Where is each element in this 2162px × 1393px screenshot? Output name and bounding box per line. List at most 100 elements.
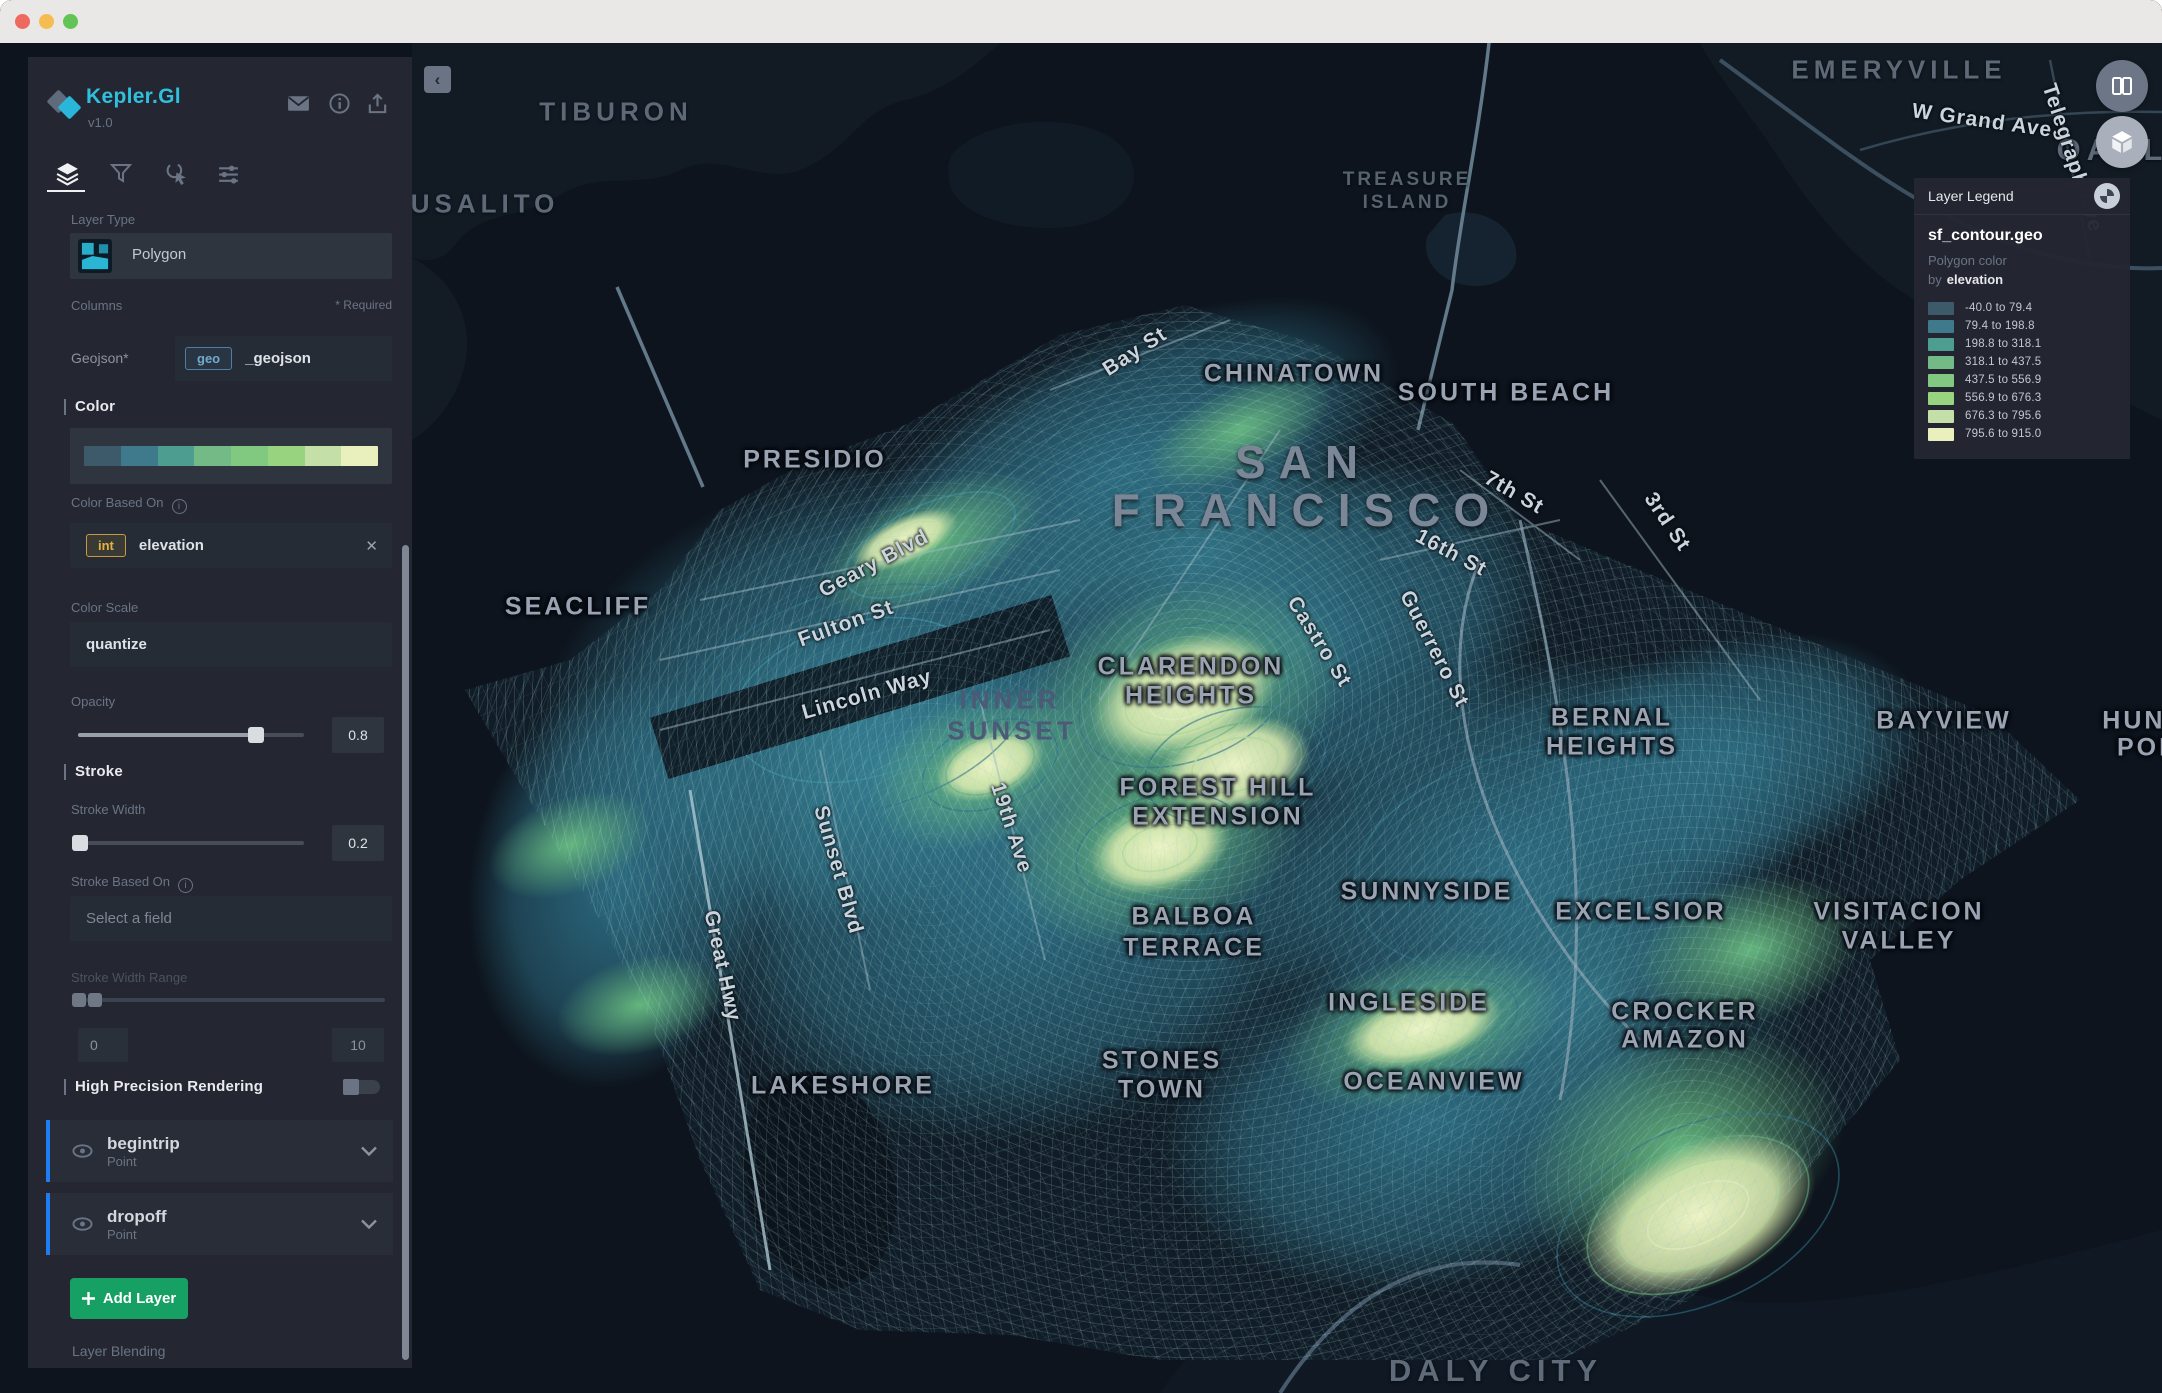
eye-visibility-icon[interactable] bbox=[72, 1144, 93, 1158]
columns-label: Columns bbox=[71, 298, 122, 313]
side-panel: Kepler.Gl v1.0 bbox=[28, 57, 412, 1368]
info-circle-icon[interactable]: i bbox=[178, 878, 193, 893]
map-label: PRESIDIO bbox=[743, 446, 886, 475]
map-label: ISLAND bbox=[1363, 192, 1452, 214]
stroke-range-min-input[interactable]: 0 bbox=[78, 1028, 128, 1062]
map-label: LAKESHORE bbox=[751, 1072, 935, 1101]
legend-entries: -40.0 to 79.4 79.4 to 198.8 198.8 to 318… bbox=[1928, 299, 2116, 443]
color-section-title: Color bbox=[75, 398, 115, 415]
plus-icon bbox=[82, 1292, 95, 1305]
tab-layers[interactable] bbox=[51, 157, 83, 189]
sidebar-scrollbar[interactable] bbox=[402, 545, 409, 1360]
map-label: INNER bbox=[960, 685, 1061, 716]
toggle-3d-button[interactable] bbox=[2096, 116, 2148, 168]
legend-range-label: 198.8 to 318.1 bbox=[1965, 338, 2041, 350]
stroke-section-header[interactable]: Stroke bbox=[64, 763, 123, 780]
stroke-width-value[interactable]: 0.2 bbox=[332, 825, 384, 861]
sidebar-collapse-button[interactable]: ‹ bbox=[424, 66, 451, 93]
app-window: TIBURONSAUSALITOEMERYVILLETREASUREISLAND… bbox=[0, 0, 2162, 1393]
stroke-width-slider-track[interactable] bbox=[78, 841, 304, 845]
tab-filters[interactable] bbox=[105, 157, 137, 189]
legend-entry: 795.6 to 915.0 bbox=[1928, 425, 2116, 443]
filter-funnel-icon bbox=[109, 161, 133, 185]
color-field-value: elevation bbox=[139, 537, 204, 554]
app-title: Kepler.Gl bbox=[86, 85, 181, 109]
layer-type-selector[interactable]: Polygon bbox=[70, 233, 392, 279]
stroke-field-selector[interactable]: Select a field bbox=[70, 896, 392, 941]
map-label: POI bbox=[2117, 734, 2162, 763]
layers-icon bbox=[55, 161, 80, 186]
chevron-down-icon[interactable] bbox=[361, 1219, 377, 1229]
stroke-range-handle-min[interactable] bbox=[72, 993, 86, 1007]
share-email-button[interactable] bbox=[286, 91, 311, 121]
stroke-range-handle-max[interactable] bbox=[88, 993, 102, 1007]
map-label: CROCKER bbox=[1611, 998, 1758, 1027]
legend-range-label: -40.0 to 79.4 bbox=[1965, 302, 2032, 314]
layer-legend-panel: Layer Legend sf_contour.geo Polygon colo… bbox=[1914, 178, 2130, 459]
minimize-window-button[interactable] bbox=[39, 14, 54, 29]
color-field-selector[interactable]: int elevation ✕ bbox=[70, 523, 392, 568]
layer-item-begintrip[interactable]: begintrip Point bbox=[46, 1120, 393, 1182]
legend-field-name: elevation bbox=[1947, 272, 2003, 287]
legend-entry: 437.5 to 556.9 bbox=[1928, 371, 2116, 389]
layer-type-value: Polygon bbox=[132, 246, 186, 263]
opacity-slider-fill bbox=[78, 733, 256, 737]
tab-base-map-settings[interactable] bbox=[212, 157, 244, 189]
close-window-button[interactable] bbox=[15, 14, 30, 29]
map-label: VISITACION bbox=[1813, 898, 1984, 927]
legend-entry: -40.0 to 79.4 bbox=[1928, 299, 2116, 317]
stroke-range-track[interactable] bbox=[72, 998, 385, 1002]
layer-type: Point bbox=[107, 1227, 166, 1242]
clear-field-icon[interactable]: ✕ bbox=[365, 537, 378, 555]
split-map-button[interactable] bbox=[2096, 60, 2148, 112]
legend-range-label: 79.4 to 198.8 bbox=[1965, 320, 2035, 332]
eye-visibility-icon[interactable] bbox=[72, 1217, 93, 1231]
legend-color-swatch bbox=[1928, 338, 1954, 351]
map-label: STONES bbox=[1102, 1047, 1222, 1076]
chevron-down-icon[interactable] bbox=[361, 1146, 377, 1156]
map-label: HEIGHTS bbox=[1125, 682, 1257, 711]
map-label: TERRACE bbox=[1123, 934, 1265, 963]
high-precision-toggle[interactable] bbox=[343, 1079, 380, 1095]
zoom-window-button[interactable] bbox=[63, 14, 78, 29]
legend-range-label: 437.5 to 556.9 bbox=[1965, 374, 2041, 386]
legend-range-label: 556.9 to 676.3 bbox=[1965, 392, 2041, 404]
stroke-width-slider-handle[interactable] bbox=[72, 835, 88, 851]
geojson-field-label: Geojson* bbox=[71, 350, 129, 366]
geojson-field-selector[interactable]: geo _geojson bbox=[175, 336, 392, 381]
color-range-step bbox=[341, 446, 378, 466]
polygon-layer-icon bbox=[78, 239, 112, 273]
color-range-selector[interactable] bbox=[84, 446, 378, 466]
color-section-header[interactable]: Color bbox=[64, 398, 115, 415]
legend-range-label: 318.1 to 437.5 bbox=[1965, 356, 2041, 368]
map-label: BERNAL bbox=[1551, 704, 1673, 733]
map-label: BAYVIEW bbox=[1876, 707, 2011, 736]
export-share-icon bbox=[366, 92, 389, 115]
opacity-slider-handle[interactable] bbox=[248, 727, 264, 743]
color-scale-selector[interactable]: quantize bbox=[70, 622, 392, 667]
stroke-based-on-label: Stroke Based Oni bbox=[71, 874, 193, 893]
info-icon bbox=[328, 92, 351, 115]
tab-interactions[interactable] bbox=[161, 157, 193, 189]
layer-blending-label: Layer Blending bbox=[72, 1343, 165, 1359]
opacity-value[interactable]: 0.8 bbox=[332, 717, 384, 753]
legend-header: Layer Legend bbox=[1914, 178, 2130, 215]
info-circle-icon[interactable]: i bbox=[172, 499, 187, 514]
legend-color-swatch bbox=[1928, 302, 1954, 315]
legend-channel: Polygon color bbox=[1928, 253, 2116, 268]
add-layer-button[interactable]: Add Layer bbox=[70, 1278, 188, 1319]
layer-item-dropoff[interactable]: dropoff Point bbox=[46, 1193, 393, 1255]
section-accent bbox=[64, 399, 66, 415]
stroke-range-max-input[interactable]: 10 bbox=[332, 1028, 384, 1062]
map-label: SUNSET bbox=[947, 716, 1076, 747]
export-button[interactable] bbox=[366, 92, 389, 120]
pin-legend-button[interactable] bbox=[2094, 183, 2120, 209]
color-range-step bbox=[84, 446, 121, 466]
legend-entry: 79.4 to 198.8 bbox=[1928, 317, 2116, 335]
legend-entry: 198.8 to 318.1 bbox=[1928, 335, 2116, 353]
layer-name: begintrip bbox=[107, 1133, 180, 1154]
contrast-pin-icon bbox=[2100, 189, 2114, 203]
info-button[interactable] bbox=[328, 92, 351, 120]
section-accent bbox=[64, 764, 66, 780]
legend-by-word: by bbox=[1928, 272, 1942, 287]
